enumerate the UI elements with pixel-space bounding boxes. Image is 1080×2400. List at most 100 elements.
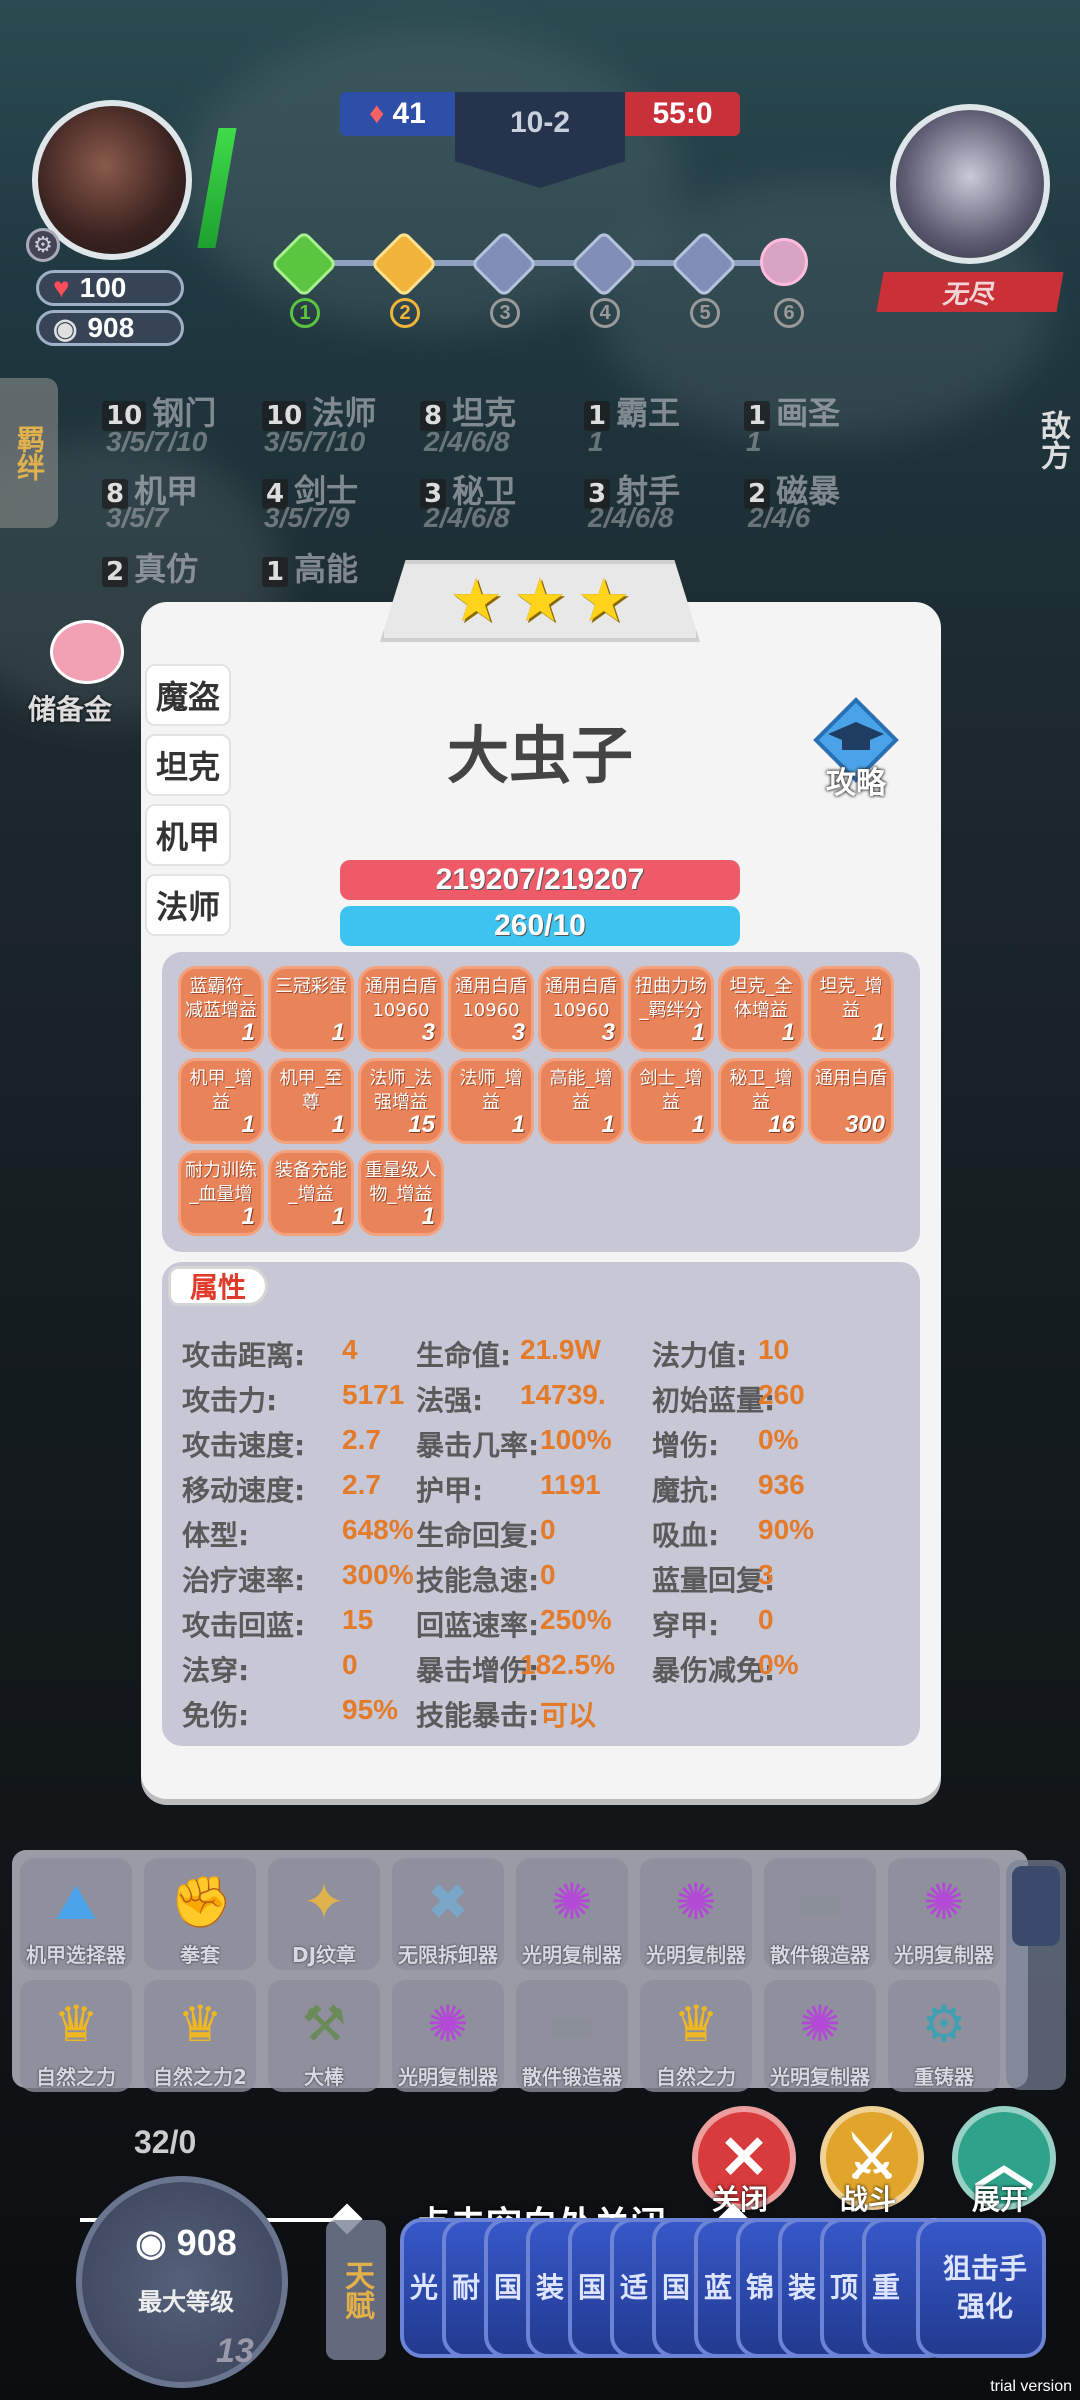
inventory-label: 重铸器 — [914, 2065, 974, 2089]
inventory-scrollbar[interactable] — [1006, 1860, 1066, 2090]
talent-button[interactable]: 天赋 — [326, 2220, 386, 2360]
buff-item[interactable]: 坦克_全体增益 1 — [718, 966, 804, 1052]
stage-num-2: 2 — [390, 298, 420, 328]
attr-value: 0 — [540, 1559, 556, 1590]
card-label: 装 — [536, 2271, 565, 2304]
buff-item[interactable]: 坦克_增益 1 — [808, 966, 894, 1052]
buff-name: 扭曲力场_羁绊分 — [635, 976, 707, 1021]
star-icon: ★ — [513, 566, 567, 636]
buff-item[interactable]: 通用白盾10960 3 — [448, 966, 534, 1052]
mech-icon: ⛰ — [55, 1873, 97, 1931]
stage-num-3: 3 — [490, 298, 520, 328]
gear-icon: ⚙ — [921, 1995, 967, 2053]
attr-label: 技能急速: — [416, 1564, 540, 1597]
capacity-label: 32/0 — [134, 2124, 197, 2160]
card-label: 国 — [662, 2271, 691, 2304]
attr-value: 100% — [540, 1424, 612, 1455]
inventory-item[interactable]: ⛰ 机甲选择器 — [20, 1858, 132, 1970]
attr-value: 15 — [342, 1604, 374, 1635]
buff-item[interactable]: 重量级人物_增益 1 — [358, 1150, 444, 1236]
buff-item[interactable]: 通用白盾 300 — [808, 1058, 894, 1144]
inventory-item[interactable]: ♛ 自然之力2 — [144, 1980, 256, 2092]
enemy-label[interactable]: 敌方 — [1030, 410, 1074, 470]
attr-value: 21.9W — [520, 1334, 601, 1365]
inventory-item[interactable]: ▬ 散件锻造器 — [764, 1858, 876, 1970]
buff-item[interactable]: 蓝霸符_减蓝增益 1 — [178, 966, 264, 1052]
buff-item[interactable]: 机甲_至尊 1 — [268, 1058, 354, 1144]
orb-icon: ✺ — [675, 1873, 717, 1931]
buff-count: 300 — [844, 1111, 885, 1138]
inventory-item[interactable]: ✺ 光明复制器 — [764, 1980, 876, 2092]
buff-item[interactable]: 三冠彩蛋 1 — [268, 966, 354, 1052]
card-label: 光 — [410, 2271, 439, 2304]
coin-icon: ◉ — [53, 312, 78, 344]
attr-label: 法力值: — [652, 1339, 748, 1372]
attr-value: 0 — [540, 1514, 556, 1545]
inventory-label: 散件锻造器 — [770, 1943, 870, 1967]
trait-levels: 1 — [588, 426, 604, 457]
trial-watermark: trial version — [990, 2378, 1072, 2395]
traits-side-tab[interactable]: 羁绊 — [0, 378, 58, 528]
stage-track: 1 2 3 4 5 6 — [270, 230, 808, 328]
buff-item[interactable]: 法师_法强增益 15 — [358, 1058, 444, 1144]
trait-levels: 3/5/7/9 — [264, 502, 350, 533]
inventory-label: 光明复制器 — [894, 1943, 994, 1967]
buff-item[interactable]: 秘卫_增益 16 — [718, 1058, 804, 1144]
inventory-label: 无限拆卸器 — [398, 1943, 498, 1967]
attr-value: 可以 — [540, 1699, 597, 1732]
enemy-avatar[interactable] — [890, 104, 1050, 264]
inventory-item[interactable]: ✖ 无限拆卸器 — [392, 1858, 504, 1970]
reserve-label: 储备金 — [28, 693, 113, 726]
anvil-icon: ▬ — [548, 1995, 596, 2053]
buff-item[interactable]: 剑士_增益 1 — [628, 1058, 714, 1144]
class-tab[interactable]: 坦克 — [145, 734, 231, 796]
buff-item[interactable]: 法师_增益 1 — [448, 1058, 534, 1144]
buff-count: 1 — [331, 1203, 345, 1230]
inventory-item[interactable]: ✺ 光明复制器 — [888, 1858, 1000, 1970]
inventory-item[interactable]: ⚙ 重铸器 — [888, 1980, 1000, 2092]
buff-item[interactable]: 扭曲力场_羁绊分 1 — [628, 966, 714, 1052]
inventory-item[interactable]: ♛ 自然之力 — [20, 1980, 132, 2092]
inventory-item[interactable]: ✊ 拳套 — [144, 1858, 256, 1970]
class-tab[interactable]: 机甲 — [145, 804, 231, 866]
stage-num-6: 6 — [774, 298, 804, 328]
buff-item[interactable]: 通用白盾10960 3 — [358, 966, 444, 1052]
inventory-label: 光明复制器 — [398, 2065, 498, 2089]
buff-count: 1 — [601, 1111, 615, 1138]
buff-item[interactable]: 高能_增益 1 — [538, 1058, 624, 1144]
buff-item[interactable]: 装备充能_增益 1 — [268, 1150, 354, 1236]
mana-bar: 260/10 — [340, 906, 740, 946]
card-sniper-boost[interactable]: 狙击手强化 — [916, 2218, 1046, 2358]
card-label: 顶 — [830, 2271, 859, 2304]
inventory-item[interactable]: ✦ DJ纹章 — [268, 1858, 380, 1970]
class-tab[interactable]: 魔盗 — [145, 664, 231, 726]
buff-name: 法师_法强增益 — [369, 1068, 433, 1113]
gold-cost: ◉ 908 — [135, 2222, 237, 2263]
inventory-item[interactable]: ✺ 光明复制器 — [516, 1858, 628, 1970]
attr-label: 免伤: — [182, 1699, 250, 1732]
inventory-item[interactable]: ♛ 自然之力 — [640, 1980, 752, 2092]
buff-count: 1 — [241, 1111, 255, 1138]
attr-label: 攻击回蓝: — [182, 1609, 306, 1642]
inventory-item[interactable]: ▬ 散件锻造器 — [516, 1980, 628, 2092]
piggy-bank-icon[interactable] — [50, 620, 124, 684]
attr-label: 生命值: — [416, 1339, 512, 1372]
gold-pill: ◉ 908 — [36, 310, 184, 346]
tools-icon: ✖ — [427, 1873, 469, 1931]
guide-label[interactable]: 攻略 — [800, 758, 912, 802]
unit-name: 大虫子 — [446, 719, 633, 792]
stage-node-5 — [670, 230, 738, 298]
buff-count: 16 — [768, 1111, 795, 1138]
attr-label: 吸血: — [652, 1519, 720, 1552]
hp-pill: ♥ 100 — [36, 270, 184, 306]
buff-item[interactable]: 机甲_增益 1 — [178, 1058, 264, 1144]
buff-item[interactable]: 通用白盾10960 3 — [538, 966, 624, 1052]
attr-label: 技能暴击: — [416, 1699, 540, 1732]
inventory-item[interactable]: ✺ 光明复制器 — [392, 1980, 504, 2092]
inventory-item[interactable]: ✺ 光明复制器 — [640, 1858, 752, 1970]
inventory-item[interactable]: ⚒ 大棒 — [268, 1980, 380, 2092]
buff-item[interactable]: 耐力训练_血量增 1 — [178, 1150, 264, 1236]
settings-icon[interactable]: ⚙ — [26, 228, 60, 262]
class-tab[interactable]: 法师 — [145, 874, 231, 936]
crown-icon: ♛ — [53, 1995, 99, 2053]
